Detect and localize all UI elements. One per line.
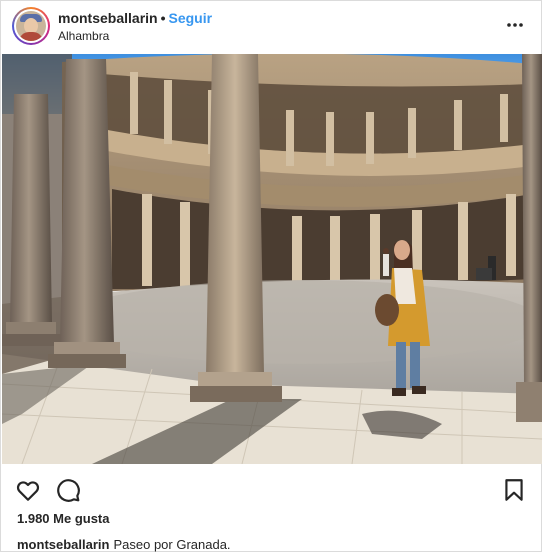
likes-count[interactable]: 1.980 Me gusta bbox=[17, 511, 110, 526]
avatar[interactable] bbox=[12, 7, 50, 45]
location-link[interactable]: Alhambra bbox=[58, 29, 109, 43]
bookmark-icon[interactable] bbox=[501, 477, 527, 503]
post-photo[interactable] bbox=[2, 54, 542, 464]
action-bar bbox=[1, 469, 541, 509]
comment-bubble-icon[interactable] bbox=[55, 477, 81, 503]
separator-dot: • bbox=[160, 10, 166, 26]
post-caption: montseballarin Paseo por Granada. bbox=[17, 537, 231, 552]
post-header: montseballarin • Seguir Alhambra bbox=[1, 1, 541, 53]
caption-text: Paseo por Granada. bbox=[113, 537, 231, 552]
header-user-line: montseballarin • Seguir bbox=[58, 10, 212, 26]
instagram-post: montseballarin • Seguir Alhambra 1.980 M… bbox=[0, 0, 542, 552]
avatar-image bbox=[16, 11, 46, 41]
caption-username[interactable]: montseballarin bbox=[17, 537, 109, 552]
username-link[interactable]: montseballarin bbox=[58, 10, 158, 26]
heart-icon[interactable] bbox=[15, 477, 41, 503]
follow-button[interactable]: Seguir bbox=[169, 10, 213, 26]
more-options-icon[interactable] bbox=[505, 15, 525, 35]
